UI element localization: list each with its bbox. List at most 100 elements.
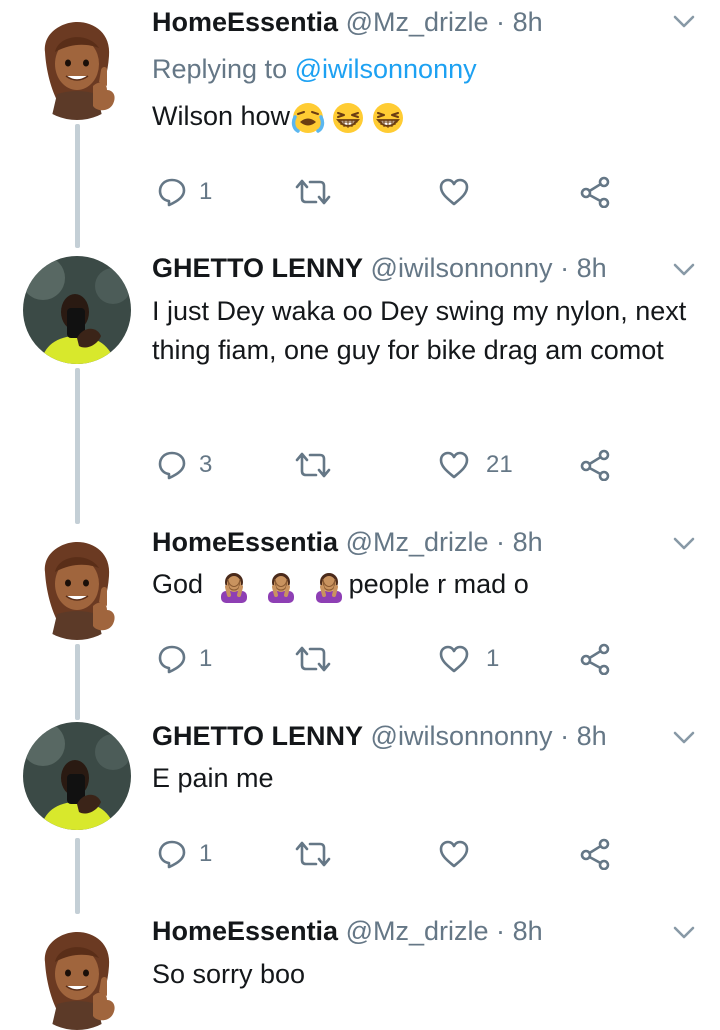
timestamp[interactable]: 8h (513, 7, 543, 37)
separator: · (560, 253, 570, 283)
reply-button[interactable]: 3 (157, 445, 212, 485)
share-icon (579, 176, 611, 208)
facepalm-emoji (312, 569, 346, 603)
reply-icon (157, 177, 187, 207)
like-button[interactable]: 21 (438, 445, 513, 485)
replying-to: Replying to @iwilsonnonny (152, 52, 477, 86)
retweet-icon (295, 839, 331, 869)
chevron-down-icon[interactable] (672, 730, 696, 746)
retweet-icon (295, 644, 331, 674)
share-icon (579, 643, 611, 675)
chevron-down-icon[interactable] (672, 14, 696, 30)
tweet-actions: 3 21 (152, 445, 622, 485)
separator: · (496, 7, 506, 37)
user-handle[interactable]: @iwilsonnonny (371, 253, 553, 283)
heart-icon (438, 644, 470, 674)
tears-of-joy-crying-emoji (291, 101, 325, 135)
tweet-text-before: God (152, 569, 204, 599)
chevron-down-icon[interactable] (672, 262, 696, 278)
display-name[interactable]: HomeEssentia (152, 527, 338, 557)
tweet-text-content: So sorry boo (152, 959, 306, 989)
user-handle[interactable]: @iwilsonnonny (371, 721, 553, 751)
tweet-text: I just Dey waka oo Dey swing my nylon, n… (152, 292, 700, 370)
timestamp[interactable]: 8h (577, 253, 607, 283)
heart-icon (438, 450, 470, 480)
tweet-actions: 1 1 (152, 639, 622, 679)
reply-count: 3 (199, 451, 213, 478)
replying-to-label: Replying to (152, 54, 288, 84)
user-handle[interactable]: @Mz_drizle (346, 916, 489, 946)
tweet-actions: 1 (152, 172, 622, 212)
grinning-squint-emoji (371, 101, 405, 135)
like-count: 1 (486, 645, 500, 672)
separator: · (560, 721, 570, 751)
avatar[interactable] (23, 256, 131, 364)
like-count: 21 (486, 451, 513, 478)
reply-button[interactable]: 1 (157, 834, 212, 874)
timestamp[interactable]: 8h (577, 721, 607, 751)
avatar[interactable] (23, 722, 131, 830)
tweet-text: So sorry boo (152, 955, 700, 994)
retweet-button[interactable] (295, 834, 331, 874)
tweet-text-content: E pain me (152, 763, 274, 793)
thread-line (75, 124, 80, 248)
avatar[interactable] (23, 922, 131, 1030)
retweet-icon (295, 177, 331, 207)
retweet-button[interactable] (295, 172, 331, 212)
retweet-icon (295, 450, 331, 480)
reply-count: 1 (199, 645, 213, 672)
display-name[interactable]: GHETTO LENNY (152, 721, 363, 751)
share-icon (579, 449, 611, 481)
facepalm-emoji (217, 569, 251, 603)
reply-icon (157, 450, 187, 480)
chevron-down-icon[interactable] (672, 925, 696, 941)
chevron-down-icon[interactable] (672, 536, 696, 552)
user-handle[interactable]: @Mz_drizle (346, 7, 489, 37)
reply-icon (157, 839, 187, 869)
retweet-button[interactable] (295, 445, 331, 485)
display-name[interactable]: HomeEssentia (152, 916, 338, 946)
like-button[interactable]: 1 (438, 639, 499, 679)
tweet-header: HomeEssentia @Mz_drizle · 8h (152, 5, 543, 39)
thread-line (75, 838, 80, 914)
tweet-header: GHETTO LENNY @iwilsonnonny · 8h (152, 251, 607, 285)
separator: · (496, 527, 506, 557)
tweet-text: E pain me (152, 759, 700, 798)
like-button[interactable] (438, 834, 470, 874)
timestamp[interactable]: 8h (513, 527, 543, 557)
tweet-actions: 1 (152, 834, 622, 874)
user-handle[interactable]: @Mz_drizle (346, 527, 489, 557)
grinning-squint-emoji (331, 101, 365, 135)
avatar[interactable] (23, 532, 131, 640)
tweet-text-content: Wilson how (152, 101, 291, 131)
share-button[interactable] (579, 172, 611, 212)
share-button[interactable] (579, 639, 611, 679)
tweet-text: God people r mad o (152, 565, 700, 604)
tweet-text-content: I just Dey waka oo Dey swing my nylon, n… (152, 296, 687, 365)
reply-icon (157, 644, 187, 674)
thread-line (75, 644, 80, 720)
reply-button[interactable]: 1 (157, 172, 212, 212)
reply-count: 1 (199, 840, 213, 867)
tweet-header: HomeEssentia @Mz_drizle · 8h (152, 914, 543, 948)
facepalm-emoji (264, 569, 298, 603)
retweet-button[interactable] (295, 639, 331, 679)
display-name[interactable]: GHETTO LENNY (152, 253, 363, 283)
share-button[interactable] (579, 445, 611, 485)
tweet-header: HomeEssentia @Mz_drizle · 8h (152, 525, 543, 559)
mention-link[interactable]: @iwilsonnonny (295, 54, 477, 84)
tweet-header: GHETTO LENNY @iwilsonnonny · 8h (152, 719, 607, 753)
like-button[interactable] (438, 172, 470, 212)
share-button[interactable] (579, 834, 611, 874)
display-name[interactable]: HomeEssentia (152, 7, 338, 37)
separator: · (496, 916, 506, 946)
timestamp[interactable]: 8h (513, 916, 543, 946)
heart-icon (438, 839, 470, 869)
reply-count: 1 (199, 178, 213, 205)
thread-line (75, 368, 80, 524)
avatar[interactable] (23, 12, 131, 120)
heart-icon (438, 177, 470, 207)
share-icon (579, 838, 611, 870)
reply-button[interactable]: 1 (157, 639, 212, 679)
tweet-text-after: people r mad o (348, 569, 529, 599)
